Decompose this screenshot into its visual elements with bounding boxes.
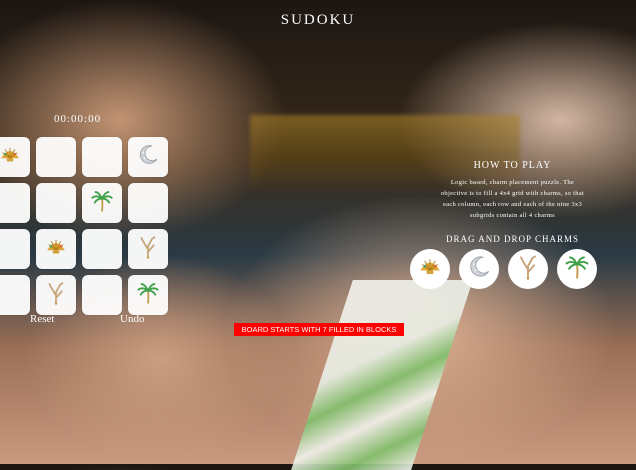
- coral-charm-icon: [43, 280, 69, 311]
- palm-charm-icon: [89, 188, 115, 219]
- bikini-strap-decor: [291, 280, 473, 470]
- palm-charm-icon: [563, 253, 591, 286]
- shell-charm-icon: [0, 142, 23, 173]
- grid-cell-3-2[interactable]: [82, 275, 122, 315]
- moon-charm-icon: [135, 142, 161, 173]
- grid-cell-2-1[interactable]: [36, 229, 76, 269]
- grid-cell-0-0[interactable]: [0, 137, 30, 177]
- how-to-play-heading: HOW TO PLAY: [473, 160, 552, 171]
- grid-cell-0-3[interactable]: [128, 137, 168, 177]
- grid-cell-3-0[interactable]: [0, 275, 30, 315]
- how-to-play-panel: HOW TO PLAY Logic based, charm placement…: [440, 160, 585, 221]
- grid-cell-2-0[interactable]: [0, 229, 30, 269]
- drag-and-drop-title: DRAG AND DROP CHARMS: [446, 234, 579, 244]
- moon-charm-source[interactable]: [459, 249, 499, 289]
- charm-palette: [410, 249, 597, 289]
- coral-charm-source[interactable]: [508, 249, 548, 289]
- grid-cell-2-2[interactable]: [82, 229, 122, 269]
- grid-cell-1-2[interactable]: [82, 183, 122, 223]
- shell-charm-icon: [416, 253, 444, 286]
- palm-charm-source[interactable]: [557, 249, 597, 289]
- palm-charm-icon: [135, 280, 161, 311]
- grid-cell-1-3[interactable]: [128, 183, 168, 223]
- undo-button[interactable]: Undo: [120, 313, 144, 325]
- grid-cell-1-0[interactable]: [0, 183, 30, 223]
- grid-cell-3-3[interactable]: [128, 275, 168, 315]
- grid-cell-0-1[interactable]: [36, 137, 76, 177]
- how-to-play-text: Logic based, charm placement puzzle. The…: [440, 179, 585, 219]
- page-title: SUDOKU: [280, 12, 356, 28]
- shell-charm-icon: [43, 234, 69, 265]
- coral-charm-icon: [135, 234, 161, 265]
- grid-cell-1-1[interactable]: [36, 183, 76, 223]
- grid-cell-0-2[interactable]: [82, 137, 122, 177]
- timer: 00:00:00: [54, 113, 102, 125]
- moon-charm-icon: [465, 253, 493, 286]
- reset-button[interactable]: Reset: [30, 313, 54, 325]
- grid-cell-2-3[interactable]: [128, 229, 168, 269]
- board-info-banner: BOARD STARTS WITH 7 FILLED IN BLOCKS: [234, 323, 404, 336]
- sudoku-grid: [0, 137, 168, 315]
- grid-cell-3-1[interactable]: [36, 275, 76, 315]
- shell-charm-source[interactable]: [410, 249, 450, 289]
- coral-charm-icon: [514, 253, 542, 286]
